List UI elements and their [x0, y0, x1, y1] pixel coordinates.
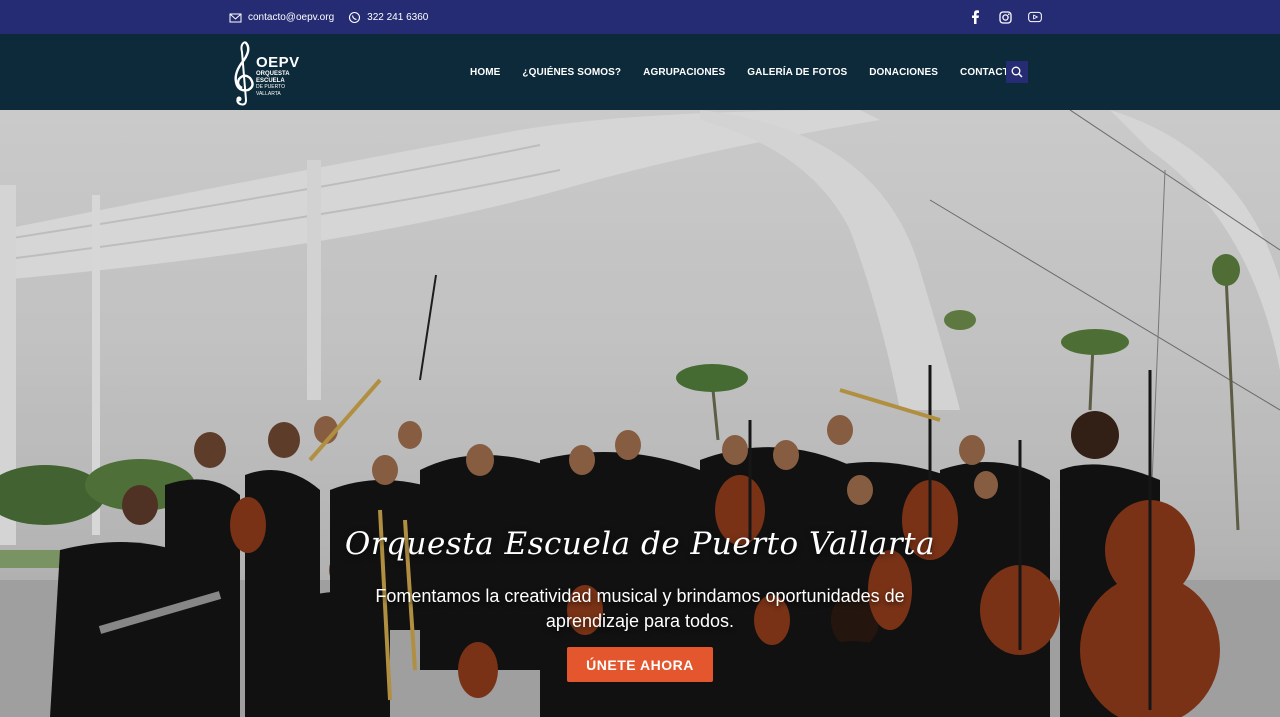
main-nav: HOME ¿QUIÉNES SOMOS? AGRUPACIONES GALERÍ…: [470, 34, 1039, 110]
email-link[interactable]: contacto@oepv.org: [229, 11, 334, 24]
search-icon: [1011, 66, 1023, 78]
logo-brand: OEPV: [256, 54, 300, 71]
join-now-button[interactable]: ÚNETE AHORA: [567, 647, 713, 682]
search-button[interactable]: [1006, 61, 1028, 83]
nav-home[interactable]: HOME: [470, 67, 500, 78]
mail-icon: [229, 11, 242, 24]
hero-description: Fomentamos la creatividad musical y brin…: [375, 586, 905, 631]
social-links: [968, 0, 1058, 34]
main-header: OEPV ORQUESTA ESCUELA DE PUERTO VALLARTA…: [0, 34, 1280, 110]
phone-text: 322 241 6360: [367, 11, 429, 23]
logo-subtitle: ORQUESTA ESCUELA DE PUERTO VALLARTA: [256, 71, 306, 97]
facebook-icon[interactable]: [968, 10, 982, 24]
nav-galeria-de-fotos[interactable]: GALERÍA DE FOTOS: [747, 67, 847, 78]
nav-quienes-somos[interactable]: ¿QUIÉNES SOMOS?: [522, 67, 621, 78]
instagram-icon[interactable]: [998, 10, 1012, 24]
hero-section: Orquesta Escuela de Puerto Vallarta Fome…: [0, 110, 1280, 717]
logo-line-4: VALLARTA: [256, 90, 281, 97]
oepv-logo[interactable]: OEPV ORQUESTA ESCUELA DE PUERTO VALLARTA: [228, 38, 308, 106]
email-text: contacto@oepv.org: [248, 11, 335, 23]
phone-link[interactable]: 322 241 6360: [348, 11, 428, 24]
youtube-icon[interactable]: [1028, 10, 1042, 24]
top-info-bar: contacto@oepv.org 322 241 6360: [0, 0, 1280, 34]
nav-donaciones[interactable]: DONACIONES: [869, 67, 938, 78]
contact-info: contacto@oepv.org 322 241 6360: [229, 0, 442, 34]
whatsapp-icon: [348, 11, 361, 24]
hero-title: Orquesta Escuela de Puerto Vallarta: [344, 526, 936, 562]
treble-clef-icon: [234, 41, 254, 106]
nav-agrupaciones[interactable]: AGRUPACIONES: [643, 67, 725, 78]
